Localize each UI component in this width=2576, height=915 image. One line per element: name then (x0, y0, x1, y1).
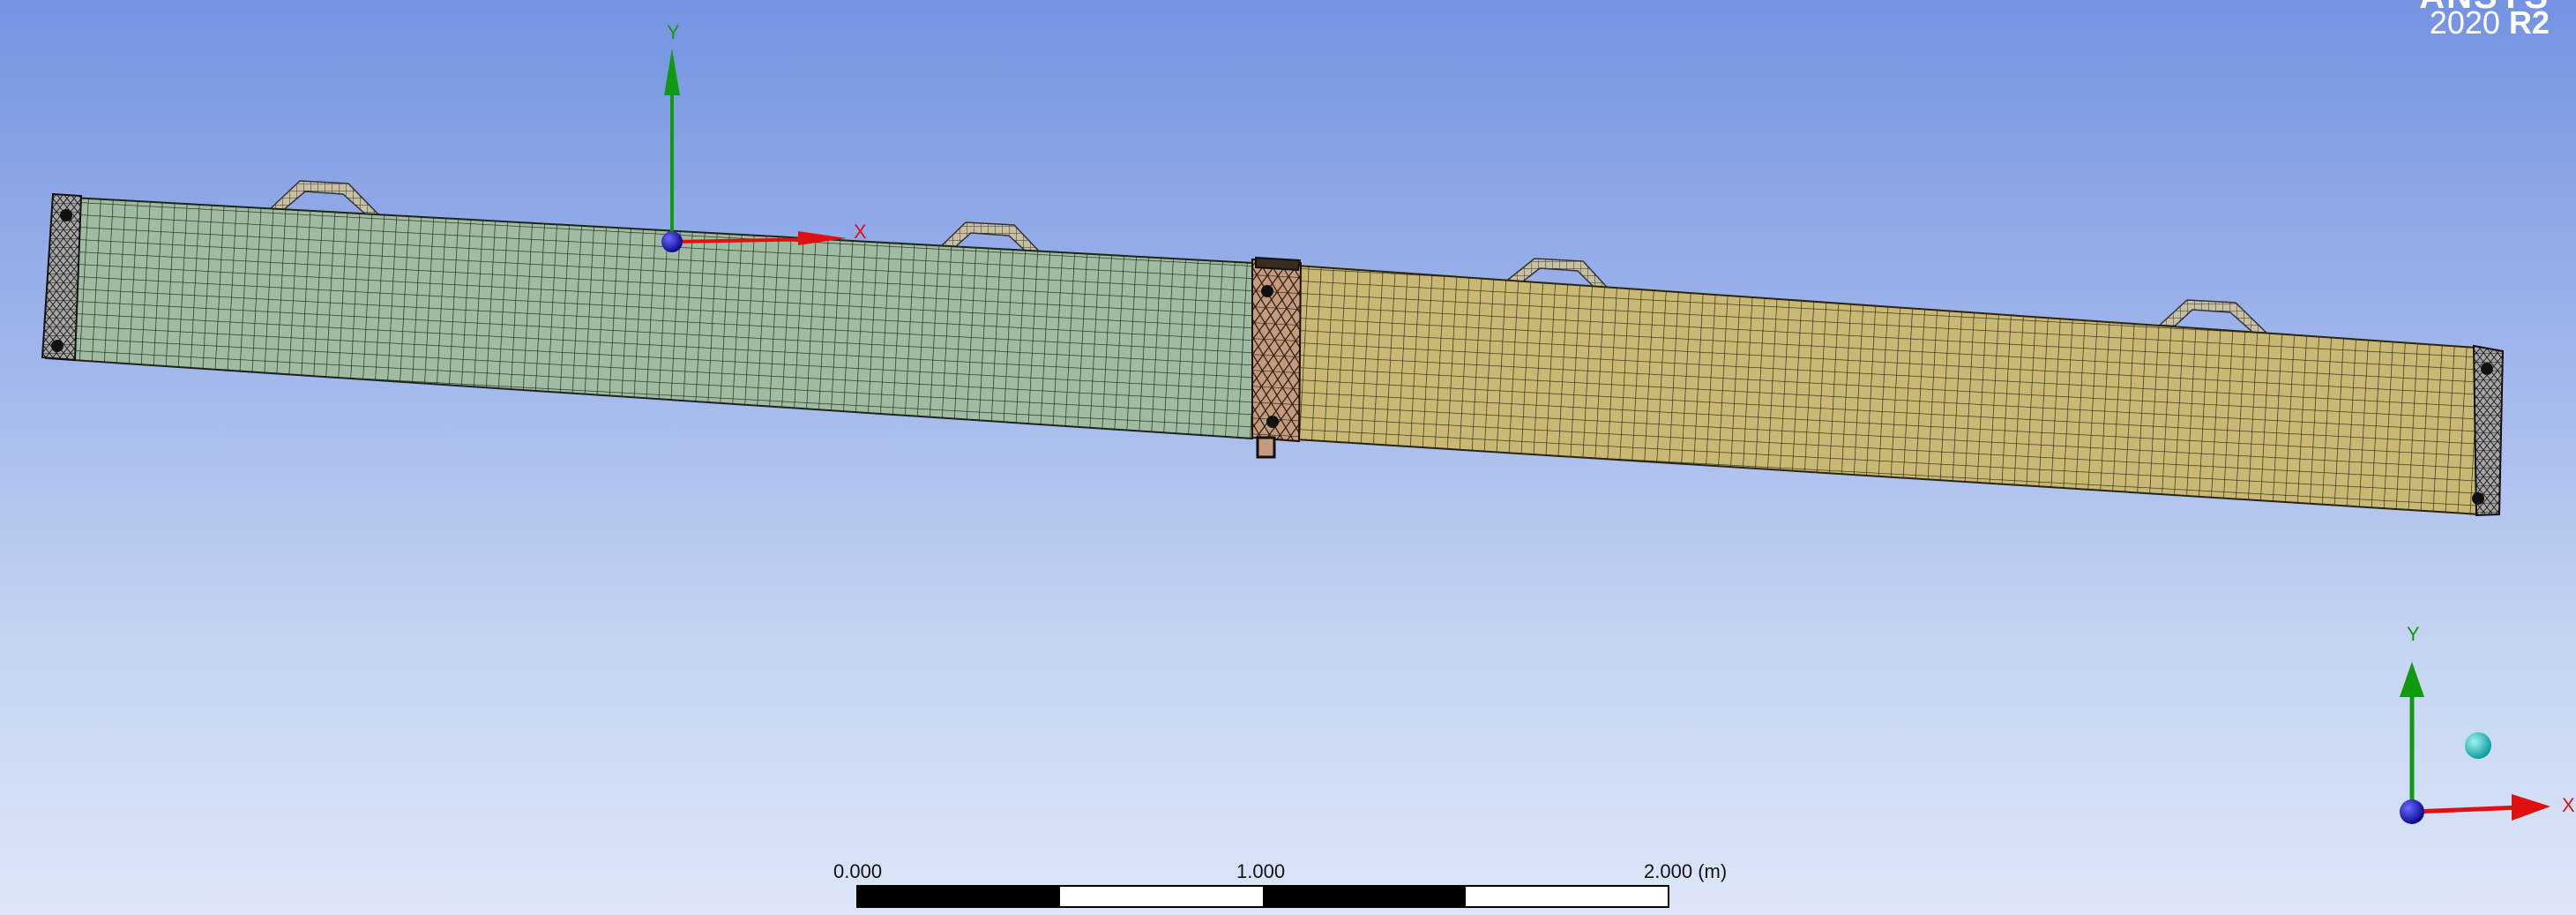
scale-unit: (m) (1698, 860, 1728, 882)
model-axis-y-label: Y (667, 21, 680, 43)
beam-joint[interactable] (1251, 258, 1303, 443)
joint-bolt-lower[interactable] (1256, 436, 1276, 459)
model-scene[interactable]: Y X Y X (0, 0, 2576, 915)
model-axis-x-label: X (854, 221, 867, 243)
triad-iso-ball[interactable] (2465, 732, 2491, 759)
scale-label-1: 1.000 (1236, 860, 1286, 882)
orientation-triad[interactable]: Y X (2400, 623, 2575, 824)
brand-version: 2020 R2 (2430, 7, 2550, 39)
graphics-viewport[interactable]: Y X Y X ANSYS 2020 R2 0.000 1.000 (0, 0, 2576, 915)
node-marker (1266, 416, 1279, 428)
scale-label-2: 2.000 (m) (1644, 860, 1727, 883)
node-marker (51, 340, 63, 352)
version-release: R2 (2508, 4, 2550, 41)
node-marker (2481, 363, 2493, 375)
model-coordinate-axes: Y X (661, 21, 867, 252)
triad-x-label: X (2562, 794, 2575, 816)
node-marker (60, 209, 72, 221)
scale-label-0: 0.000 (833, 860, 883, 882)
beam-assembly[interactable] (41, 192, 2505, 517)
scale-bar (856, 885, 1669, 908)
node-marker (1261, 285, 1273, 297)
beam-right-body[interactable] (1295, 264, 2482, 516)
joint-bolt-upper[interactable] (1255, 256, 1302, 272)
node-marker (2472, 492, 2484, 505)
scale-label-2-value: 2.000 (1644, 860, 1693, 882)
beam-left-body[interactable] (44, 195, 1253, 440)
triad-y-label: Y (2407, 623, 2420, 645)
version-year: 2020 (2429, 4, 2500, 41)
